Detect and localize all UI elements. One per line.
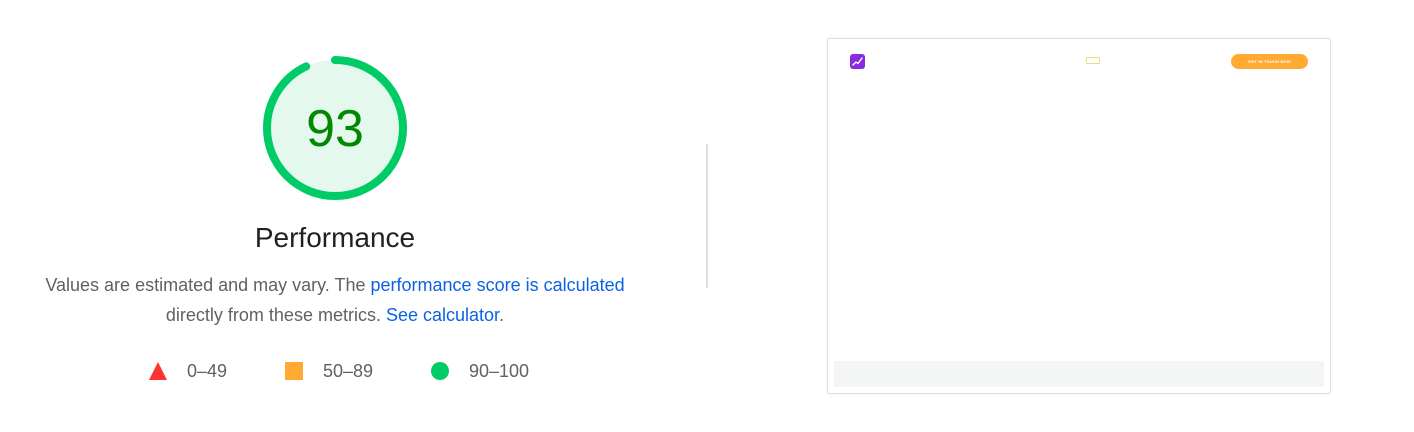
green-circle-icon (431, 362, 449, 380)
description-middle: directly from these metrics. (165, 305, 381, 325)
legend-item-average: 50–89 (285, 356, 373, 386)
score-scale-legend: 0–49 50–89 90–100 (0, 356, 680, 386)
site-footer-bar (834, 361, 1324, 387)
legend-item-fail: 0–49 (149, 356, 227, 386)
final-screenshot[interactable]: GET IN TOUCH NOW (827, 38, 1331, 394)
score-calculation-link[interactable]: performance score is calculated (371, 275, 625, 295)
category-title: Performance (254, 222, 416, 253)
description-prefix: Values are estimated and may vary. The (45, 275, 371, 295)
legend-label-average: 50–89 (323, 360, 374, 381)
performance-gauge[interactable]: 93 (261, 54, 409, 202)
legend-item-pass: 90–100 (431, 356, 529, 386)
site-logo-icon (850, 54, 865, 69)
legend-label-pass: 90–100 (469, 360, 530, 381)
performance-score: 93 (306, 100, 364, 158)
see-calculator-link[interactable]: See calculator (386, 305, 499, 325)
score-description: Values are estimated and may vary. The p… (35, 270, 635, 330)
legend-label-fail: 0–49 (187, 360, 228, 381)
performance-summary: 93 Performance Values are estimated and … (0, 0, 1414, 432)
orange-square-icon (285, 362, 303, 380)
column-divider (706, 144, 708, 288)
red-triangle-icon (149, 362, 167, 380)
site-menu-placeholder (1086, 57, 1100, 64)
description-suffix: . (499, 305, 505, 325)
get-in-touch-button: GET IN TOUCH NOW (1231, 54, 1308, 69)
chart-trend-icon (852, 57, 863, 66)
